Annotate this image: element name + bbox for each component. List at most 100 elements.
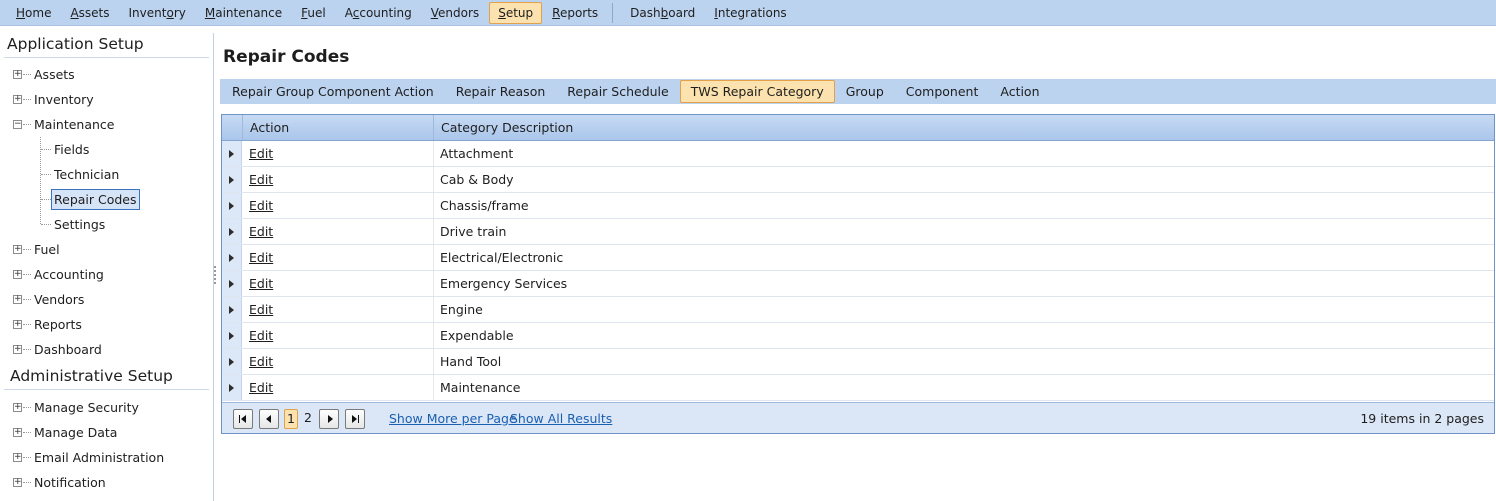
tree-item-fuel[interactable]: + Fuel xyxy=(0,237,213,262)
page-number-2[interactable]: 2 xyxy=(302,409,314,429)
menu-setup[interactable]: Setup xyxy=(489,1,543,24)
column-divider xyxy=(433,219,434,244)
table-row[interactable]: Edit Engine xyxy=(222,297,1494,323)
expand-icon[interactable]: + xyxy=(13,95,22,104)
menu-integrations[interactable]: Integrations xyxy=(705,2,795,24)
table-row[interactable]: Edit Maintenance xyxy=(222,375,1494,401)
expand-icon[interactable]: + xyxy=(13,453,22,462)
tab-tws-repair-category[interactable]: TWS Repair Category xyxy=(679,80,835,103)
expand-icon[interactable]: + xyxy=(13,295,22,304)
menu-vendors[interactable]: Vendors xyxy=(422,2,488,24)
row-expand-button[interactable] xyxy=(222,245,242,270)
tab-repair-group-component-action[interactable]: Repair Group Component Action xyxy=(221,80,445,103)
edit-link[interactable]: Edit xyxy=(249,297,273,322)
menu-fuel[interactable]: Fuel xyxy=(292,2,335,24)
row-expand-button[interactable] xyxy=(222,323,242,348)
row-expand-button[interactable] xyxy=(222,167,242,192)
tree-item-assets[interactable]: + Assets xyxy=(0,62,213,87)
main-content: Repair Codes Repair Group Component Acti… xyxy=(218,33,1496,501)
caret-right-icon xyxy=(229,176,234,184)
edit-link[interactable]: Edit xyxy=(249,349,273,374)
next-page-button[interactable] xyxy=(319,409,339,429)
column-divider xyxy=(433,349,434,374)
tree-item-label: Dashboard xyxy=(34,342,102,357)
menu-home[interactable]: Home xyxy=(7,2,60,24)
expand-icon[interactable]: + xyxy=(13,245,22,254)
table-row[interactable]: Edit Electrical/Electronic xyxy=(222,245,1494,271)
tab-group[interactable]: Group xyxy=(835,80,895,103)
maintenance-children: Fields Technician Repair Codes Settings xyxy=(0,137,213,237)
row-expand-button[interactable] xyxy=(222,141,242,166)
tree-item-manage-security[interactable]: + Manage Security xyxy=(0,395,213,420)
menu-accounting[interactable]: Accounting xyxy=(336,2,421,24)
tree-item-notification[interactable]: + Notification xyxy=(0,470,213,495)
tab-action[interactable]: Action xyxy=(989,80,1050,103)
application-setup-title: Application Setup xyxy=(7,35,144,53)
tree-connector xyxy=(23,74,31,75)
category-description-cell: Cab & Body xyxy=(440,172,514,187)
edit-link[interactable]: Edit xyxy=(249,219,273,244)
table-row[interactable]: Edit Drive train xyxy=(222,219,1494,245)
edit-link[interactable]: Edit xyxy=(249,193,273,218)
row-expand-button[interactable] xyxy=(222,193,242,218)
tree-item-technician[interactable]: Technician xyxy=(0,162,213,187)
expand-icon[interactable]: + xyxy=(13,428,22,437)
page-number-1[interactable]: 1 xyxy=(284,409,298,429)
tree-item-email-administration[interactable]: + Email Administration xyxy=(0,445,213,470)
last-page-button[interactable] xyxy=(345,409,365,429)
table-row[interactable]: Edit Hand Tool xyxy=(222,349,1494,375)
row-expand-button[interactable] xyxy=(222,297,242,322)
tree-item-fields[interactable]: Fields xyxy=(0,137,213,162)
first-page-button[interactable] xyxy=(233,409,253,429)
tree-item-reports[interactable]: + Reports xyxy=(0,312,213,337)
tab-repair-schedule[interactable]: Repair Schedule xyxy=(556,80,679,103)
menu-dashboard[interactable]: Dashboard xyxy=(621,2,704,24)
column-divider xyxy=(433,193,434,218)
collapse-icon[interactable]: − xyxy=(13,120,22,129)
tree-item-repair-codes[interactable]: Repair Codes xyxy=(0,187,213,212)
table-row[interactable]: Edit Chassis/frame xyxy=(222,193,1494,219)
tree-item-manage-data[interactable]: + Manage Data xyxy=(0,420,213,445)
tree-item-maintenance[interactable]: − Maintenance xyxy=(0,112,213,137)
tree-connector xyxy=(41,199,51,200)
row-expand-button[interactable] xyxy=(222,219,242,244)
edit-link[interactable]: Edit xyxy=(249,271,273,296)
column-header-category-description[interactable]: Category Description xyxy=(433,115,1494,140)
tree-item-settings[interactable]: Settings xyxy=(0,212,213,237)
column-header-action[interactable]: Action xyxy=(242,115,434,140)
row-expand-button[interactable] xyxy=(222,375,242,400)
expand-icon[interactable]: + xyxy=(13,270,22,279)
table-row[interactable]: Edit Expendable xyxy=(222,323,1494,349)
tab-component[interactable]: Component xyxy=(895,80,990,103)
edit-link[interactable]: Edit xyxy=(249,245,273,270)
expand-icon[interactable]: + xyxy=(13,320,22,329)
expand-icon[interactable]: + xyxy=(13,70,22,79)
tree-item-label: Reports xyxy=(34,317,82,332)
edit-link[interactable]: Edit xyxy=(249,323,273,348)
panel-splitter-grip[interactable] xyxy=(214,264,217,286)
menu-assets[interactable]: Assets xyxy=(61,2,118,24)
show-all-results-link[interactable]: Show All Results xyxy=(510,409,612,429)
edit-link[interactable]: Edit xyxy=(249,141,273,166)
row-expand-button[interactable] xyxy=(222,349,242,374)
expand-icon[interactable]: + xyxy=(13,345,22,354)
expand-icon[interactable]: + xyxy=(13,478,22,487)
previous-page-button[interactable] xyxy=(259,409,279,429)
expand-icon[interactable]: + xyxy=(13,403,22,412)
show-more-per-page-link[interactable]: Show More per Page xyxy=(389,409,517,429)
tree-item-inventory[interactable]: + Inventory xyxy=(0,87,213,112)
table-row[interactable]: Edit Emergency Services xyxy=(222,271,1494,297)
tree-item-accounting[interactable]: + Accounting xyxy=(0,262,213,287)
column-divider xyxy=(433,323,434,348)
tree-item-dashboard[interactable]: + Dashboard xyxy=(0,337,213,362)
menu-reports[interactable]: Reports xyxy=(543,2,607,24)
menu-maintenance[interactable]: Maintenance xyxy=(196,2,291,24)
edit-link[interactable]: Edit xyxy=(249,167,273,192)
edit-link[interactable]: Edit xyxy=(249,375,273,400)
tree-item-vendors[interactable]: + Vendors xyxy=(0,287,213,312)
tab-repair-reason[interactable]: Repair Reason xyxy=(445,80,557,103)
menu-inventory[interactable]: Inventory xyxy=(120,2,195,24)
table-row[interactable]: Edit Attachment xyxy=(222,141,1494,167)
row-expand-button[interactable] xyxy=(222,271,242,296)
table-row[interactable]: Edit Cab & Body xyxy=(222,167,1494,193)
